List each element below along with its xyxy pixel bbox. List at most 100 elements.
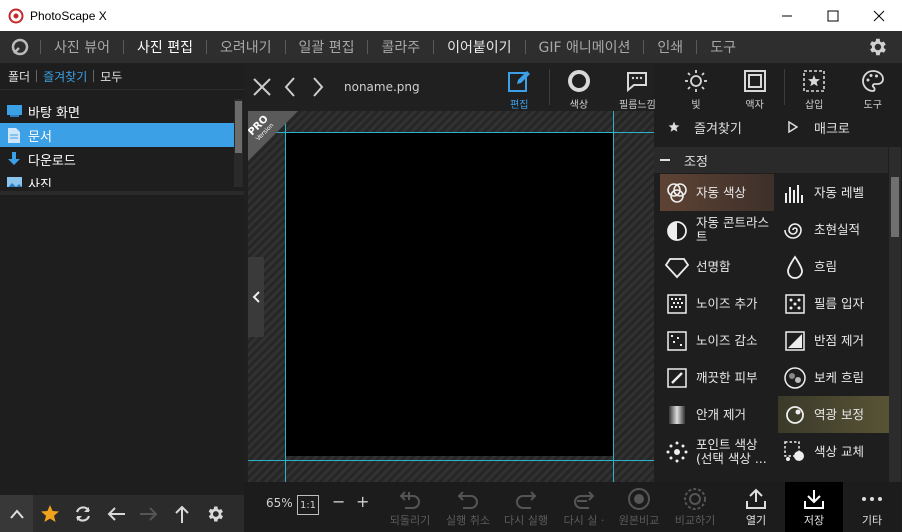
auto-color-icon — [664, 180, 690, 206]
tool-film[interactable]: 필름느낌 — [608, 63, 667, 111]
filter-sharpen[interactable]: 선명함 — [660, 248, 774, 285]
collapse-up-icon[interactable] — [0, 495, 33, 532]
menu-print[interactable]: 인쇄 — [644, 31, 696, 63]
filter-blur[interactable]: 흐림 — [778, 248, 890, 285]
filter-surreal[interactable]: 초현실적 — [778, 211, 890, 248]
menu-batch[interactable]: 일괄 편집 — [286, 31, 368, 63]
tool-label: 삽입 — [804, 100, 824, 111]
macro-header-button[interactable]: 매크로 — [774, 118, 894, 137]
filter-label: 필름 입자 — [814, 295, 864, 311]
tool-tools[interactable]: 도구 — [843, 63, 902, 111]
close-image-icon[interactable] — [248, 63, 276, 111]
filter-backlight[interactable]: 역광 보정 — [778, 396, 890, 433]
next-image-icon[interactable] — [304, 63, 332, 111]
redo-all-button[interactable]: 다시 실 · — [555, 482, 613, 532]
filter-point-color[interactable]: 포인트 색상 (선택 색상 ... — [660, 433, 774, 470]
filter-auto-color[interactable]: 자동 색상 — [660, 174, 774, 211]
filter-add-noise[interactable]: 노이즈 추가 — [660, 285, 774, 322]
file-name: noname.png — [344, 80, 420, 94]
scrollbar-thumb[interactable] — [891, 177, 899, 237]
menu-cut-out[interactable]: 오려내기 — [207, 31, 285, 63]
menu-collage[interactable]: 콜라주 — [368, 31, 433, 63]
revert-icon — [398, 486, 422, 512]
panel-divider[interactable] — [0, 191, 244, 195]
window-title: PhotoScape X — [30, 8, 107, 23]
pro-version-badge[interactable]: PRO Version — [248, 111, 298, 161]
redo-button[interactable]: 다시 실행 — [497, 482, 555, 532]
document-icon — [6, 127, 22, 143]
image-canvas[interactable]: PRO Version — [248, 111, 654, 495]
tool-light[interactable]: 빛 — [667, 63, 726, 111]
adjust-section-header[interactable]: 조정 — [654, 147, 888, 173]
compare-icon — [683, 486, 707, 512]
filter-auto-contrast[interactable]: 자동 콘트라스트 — [660, 211, 774, 248]
tab-all[interactable]: 모두 — [100, 68, 122, 85]
filter-scrollbar[interactable] — [889, 147, 901, 495]
collapse-left-panel-icon[interactable] — [248, 257, 264, 337]
home-icon[interactable] — [0, 31, 40, 63]
parent-folder-icon[interactable] — [165, 495, 198, 532]
close-button[interactable] — [856, 0, 902, 31]
zoom-out-button[interactable]: − — [332, 492, 345, 511]
tool-tabs: 편집 색상 필름느낌 빛 액자 삽입 도구 — [490, 63, 902, 111]
browser-toolbar — [0, 495, 244, 532]
filter-label: 자동 색상 — [696, 184, 746, 200]
tool-frame[interactable]: 액자 — [725, 63, 784, 111]
filter-label: 반점 제거 — [814, 332, 864, 348]
back-arrow-icon[interactable] — [99, 495, 132, 532]
filter-film-grain[interactable]: 필름 입자 — [778, 285, 890, 322]
menu-photo-editor[interactable]: 사진 편집 — [124, 31, 206, 63]
undo-button[interactable]: 실행 취소 — [439, 482, 497, 532]
zoom-in-button[interactable]: + — [356, 492, 369, 511]
tool-color[interactable]: 색상 — [550, 63, 609, 111]
compare-button[interactable]: 비교하기 — [666, 482, 724, 532]
menu-gif[interactable]: GIF 애니메이션 — [526, 31, 644, 63]
maximize-button[interactable] — [810, 0, 856, 31]
zoom-level[interactable]: 65% — [266, 496, 293, 510]
surreal-spiral-icon — [782, 217, 808, 243]
tree-item-downloads[interactable]: 다운로드 — [0, 147, 234, 171]
tree-item-desktop[interactable]: 바탕 화면 — [0, 99, 234, 123]
browser-settings-icon[interactable] — [198, 495, 231, 532]
more-button[interactable]: 기타 — [843, 482, 901, 532]
favorites-header-button[interactable]: 즐겨찾기 — [654, 118, 774, 137]
favorite-star-icon[interactable] — [33, 495, 66, 532]
filter-bokeh-blur[interactable]: 보케 흐림 — [778, 359, 890, 396]
forward-arrow-icon[interactable] — [132, 495, 165, 532]
tree-item-documents[interactable]: 문서 — [0, 123, 234, 147]
settings-gear-icon[interactable] — [866, 36, 888, 58]
actual-size-button[interactable]: 1:1 — [297, 495, 319, 515]
app-logo-icon — [8, 8, 24, 24]
open-button[interactable]: 열기 — [727, 482, 785, 532]
filter-label: 흐림 — [814, 258, 838, 274]
noise-reduction-icon — [664, 328, 690, 354]
tree-scrollbar[interactable] — [234, 99, 243, 187]
filter-noise-reduction[interactable]: 노이즈 감소 — [660, 322, 774, 359]
scrollbar-thumb[interactable] — [235, 101, 242, 153]
more-dots-icon — [860, 486, 884, 512]
revert-button[interactable]: 되돌리기 — [381, 482, 439, 532]
edited-image[interactable] — [286, 133, 613, 456]
menu-tools[interactable]: 도구 — [697, 31, 749, 63]
refresh-icon[interactable] — [66, 495, 99, 532]
save-button[interactable]: 저장 — [785, 482, 843, 532]
filter-clean-skin[interactable]: 깨끗한 피부 — [660, 359, 774, 396]
minimize-button[interactable] — [764, 0, 810, 31]
tool-edit[interactable]: 편집 — [490, 63, 549, 111]
filter-color-replace[interactable]: 색상 교체 — [778, 433, 890, 470]
filter-dehaze[interactable]: 안개 제거 — [660, 396, 774, 433]
original-compare-button[interactable]: 원본비교 — [610, 482, 668, 532]
filter-despeckle[interactable]: 반점 제거 — [778, 322, 890, 359]
tree-item-pictures[interactable]: 사진 — [0, 171, 234, 187]
menu-photo-viewer[interactable]: 사진 뷰어 — [41, 31, 123, 63]
tool-insert[interactable]: 삽입 — [785, 63, 844, 111]
menu-combine[interactable]: 이어붙이기 — [434, 31, 524, 63]
previous-image-icon[interactable] — [276, 63, 304, 111]
tab-favorites[interactable]: 즐겨찾기 — [43, 68, 87, 85]
insert-star-icon — [801, 68, 827, 94]
tab-folders[interactable]: 폴더 — [8, 68, 30, 85]
redo-all-icon — [572, 486, 596, 512]
filter-label: 자동 콘트라스트 — [696, 214, 769, 244]
filter-auto-level[interactable]: 자동 레벨 — [778, 174, 890, 211]
tool-label: 액자 — [745, 100, 764, 111]
